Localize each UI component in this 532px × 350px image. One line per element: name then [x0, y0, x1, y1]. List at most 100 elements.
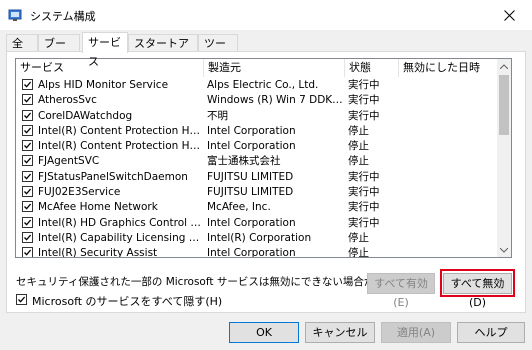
system-configuration-window: システム構成 全般 ブート サービス スタートアップ ツール サービス 製造元 …: [0, 0, 532, 350]
service-manufacturer: Intel Corporation: [207, 247, 296, 258]
service-checkbox[interactable]: [22, 140, 33, 152]
service-status: 停止: [348, 140, 369, 153]
service-row[interactable]: Intel(R) Capability Licensing Service ..…: [16, 231, 497, 246]
service-name: FJAgentSVC: [38, 155, 100, 168]
column-header-disabled-date[interactable]: 無効にした日時: [399, 59, 497, 77]
checkmark-icon: [24, 188, 32, 195]
service-status: 停止: [348, 155, 369, 168]
tab-startup[interactable]: スタートアップ: [128, 34, 198, 67]
service-status: 停止: [348, 231, 369, 244]
service-manufacturer: Intel Corporation: [207, 140, 296, 153]
checkmark-icon: [24, 249, 32, 256]
scroll-down-button[interactable]: [497, 243, 511, 257]
service-row[interactable]: FUJ02E3Service FUJITSU LIMITED 実行中: [16, 185, 497, 200]
chevron-up-icon: [500, 63, 508, 69]
service-row[interactable]: Intel(R) HD Graphics Control Panel S... I…: [16, 216, 497, 231]
checkmark-icon: [24, 142, 32, 149]
service-checkbox[interactable]: [22, 155, 33, 167]
checkmark-icon: [24, 158, 32, 165]
service-manufacturer: 不明: [207, 109, 228, 122]
service-manufacturer: Alps Electric Co., Ltd.: [207, 79, 319, 91]
checkmark-icon: [24, 203, 32, 211]
service-row[interactable]: Intel(R) Security Assist Intel Corporatio…: [16, 246, 497, 258]
ok-button[interactable]: OK: [229, 322, 299, 343]
service-manufacturer: Intel(R) Corporation: [207, 231, 312, 244]
vertical-scrollbar[interactable]: [497, 59, 511, 257]
tab-tools[interactable]: ツール: [198, 34, 238, 67]
service-name: Intel(R) Security Assist: [38, 247, 158, 258]
checkmark-icon: [24, 219, 32, 226]
scroll-thumb[interactable]: [499, 75, 509, 135]
service-checkbox[interactable]: [22, 186, 33, 198]
checkmark-icon: [24, 81, 32, 88]
service-checkbox[interactable]: [22, 109, 33, 121]
service-status: 実行中: [348, 79, 380, 91]
scroll-up-button[interactable]: [497, 59, 511, 73]
service-manufacturer: McAfee, Inc.: [207, 201, 271, 214]
service-name: Intel(R) Content Protection HDCP Se...: [38, 140, 203, 153]
checkmark-icon: [24, 234, 32, 241]
services-list[interactable]: サービス 製造元 状態 無効にした日時 Alps HID Monitor Ser…: [15, 58, 512, 258]
service-checkbox[interactable]: [22, 231, 33, 243]
service-checkbox[interactable]: [22, 94, 33, 106]
service-checkbox[interactable]: [22, 79, 33, 90]
checkmark-icon: [24, 173, 32, 180]
service-row[interactable]: Intel(R) Content Protection HDCP Se... In…: [16, 139, 497, 154]
service-row[interactable]: Intel(R) Content Protection HECI Ser... I…: [16, 124, 497, 139]
service-status: 停止: [348, 124, 369, 137]
apply-button[interactable]: 適用(A): [381, 322, 451, 343]
service-row[interactable]: FJStatusPanelSwitchDaemon FUJITSU LIMITED…: [16, 170, 497, 185]
service-manufacturer: Windows (R) Win 7 DDK provi...: [207, 94, 343, 107]
service-name: Intel(R) HD Graphics Control Panel S...: [38, 216, 203, 229]
service-name: Alps HID Monitor Service: [38, 79, 169, 91]
checkmark-icon: [24, 127, 32, 134]
checkmark-icon: [24, 96, 32, 103]
checkmark-icon: [24, 112, 32, 119]
service-status: 実行中: [348, 216, 380, 229]
chevron-down-icon: [500, 247, 508, 253]
column-header-service[interactable]: サービス: [16, 59, 204, 77]
services-rows: Alps HID Monitor Service Alps Electric Co…: [16, 78, 497, 258]
service-status: 実行中: [348, 201, 380, 214]
column-header-manufacturer[interactable]: 製造元: [204, 59, 345, 77]
service-row[interactable]: McAfee Home Network McAfee, Inc. 実行中: [16, 200, 497, 215]
service-manufacturer: Intel Corporation: [207, 216, 296, 229]
service-status: 実行中: [348, 109, 380, 122]
checkbox[interactable]: [16, 294, 27, 305]
service-row[interactable]: FJAgentSVC 富士通株式会社 停止: [16, 154, 497, 169]
service-name: CorelDAWatchdog: [38, 109, 133, 122]
service-name: FJStatusPanelSwitchDaemon: [38, 170, 188, 183]
service-status: 実行中: [348, 94, 380, 107]
service-checkbox[interactable]: [22, 201, 33, 213]
enable-all-button[interactable]: すべて有効(E): [367, 273, 435, 309]
service-name: Intel(R) Content Protection HECI Ser...: [38, 124, 203, 137]
highlight-frame: [440, 269, 515, 297]
window-title: システム構成: [30, 10, 96, 23]
service-checkbox[interactable]: [22, 124, 33, 136]
service-manufacturer: Intel Corporation: [207, 124, 296, 137]
close-button[interactable]: [486, 0, 532, 30]
cancel-button[interactable]: キャンセル: [305, 322, 375, 343]
tab-boot[interactable]: ブート: [38, 34, 80, 67]
service-row[interactable]: CorelDAWatchdog 不明 実行中: [16, 109, 497, 124]
service-checkbox[interactable]: [22, 247, 33, 257]
service-status: 停止: [348, 247, 369, 258]
service-name: Intel(R) Capability Licensing Service ..…: [38, 231, 203, 244]
service-row[interactable]: Alps HID Monitor Service Alps Electric Co…: [16, 78, 497, 93]
service-name: McAfee Home Network: [38, 201, 158, 214]
tab-services[interactable]: サービス: [82, 32, 128, 68]
service-checkbox[interactable]: [22, 216, 33, 228]
help-button[interactable]: ヘルプ: [457, 322, 525, 343]
service-row[interactable]: AtherosSvc Windows (R) Win 7 DDK provi...…: [16, 93, 497, 108]
system-config-icon: [8, 9, 22, 21]
title-bar: システム構成: [0, 0, 532, 30]
tab-general[interactable]: 全般: [6, 34, 38, 67]
service-status: 実行中: [348, 186, 380, 199]
service-name: FUJ02E3Service: [38, 186, 121, 199]
service-manufacturer: FUJITSU LIMITED: [207, 170, 294, 183]
service-checkbox[interactable]: [22, 170, 33, 182]
close-icon: [503, 9, 515, 21]
service-manufacturer: 富士通株式会社: [207, 155, 281, 168]
column-header-status[interactable]: 状態: [345, 59, 399, 77]
hide-microsoft-services-label: Microsoft のサービスをすべて隠す(H): [32, 295, 223, 308]
